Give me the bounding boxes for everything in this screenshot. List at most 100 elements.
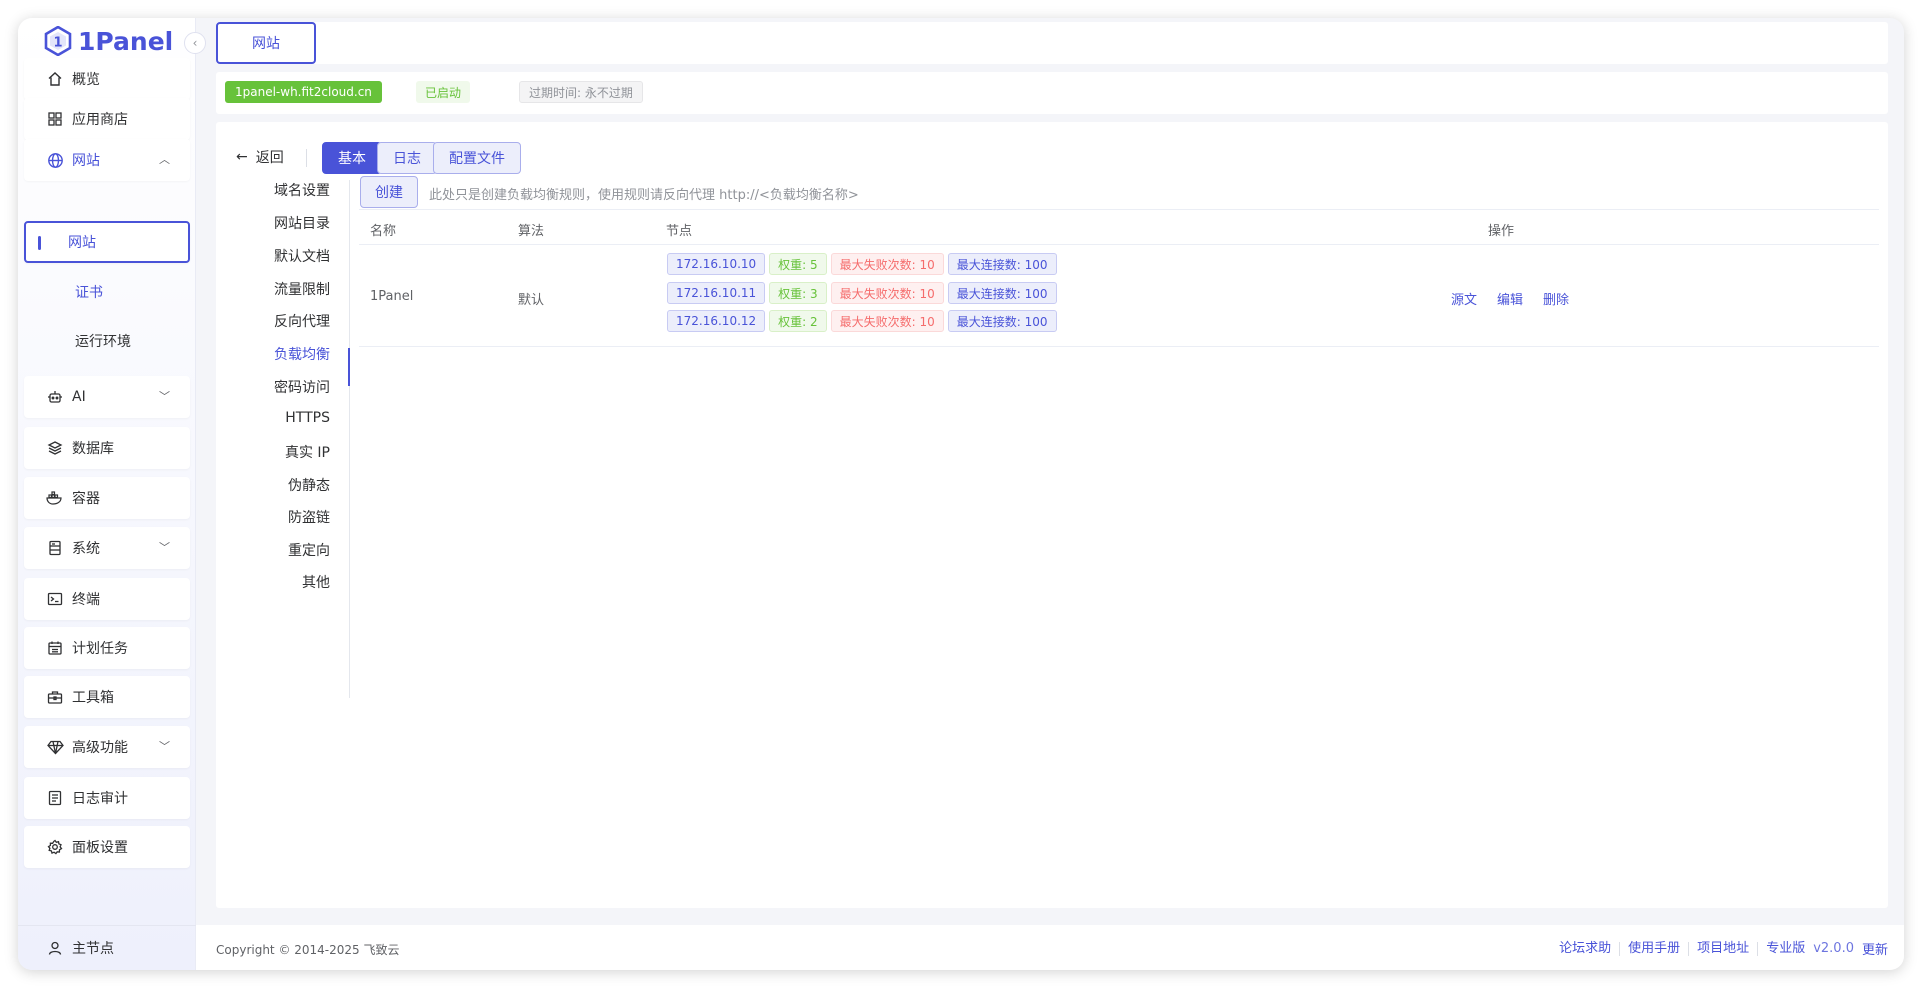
sidebar-item-ai[interactable]: AI ﹀ [24, 376, 190, 418]
col-name: 名称 [370, 224, 397, 239]
brand-name: 1Panel [78, 26, 174, 56]
create-button[interactable]: 创建 [360, 176, 418, 208]
back-label: 返回 [255, 150, 284, 166]
sidebar-item-label: 概览 [72, 72, 100, 88]
chevron-down-icon: ﹀ [159, 541, 170, 554]
nav-reverse-proxy[interactable]: 反向代理 [226, 311, 330, 331]
sidebar-item-terminal[interactable]: 终端 [24, 578, 190, 620]
sidebar-item-runtime[interactable]: 运行环境 [24, 320, 190, 362]
node-entry: 172.16.10.10 权重: 5 最大失败次数: 10 最大连接数: 100 [667, 253, 1057, 275]
sidebar-item-database[interactable]: 数据库 [24, 427, 190, 469]
sidebar-item-website[interactable]: 网站 [24, 221, 190, 263]
chevron-left-icon: ‹ [192, 36, 198, 50]
project-link[interactable]: 项目地址 [1689, 941, 1759, 956]
sidebar-item-overview[interactable]: 概览 [24, 58, 190, 100]
gear-icon [46, 838, 64, 856]
chevron-up-icon: ︿ [159, 153, 170, 166]
globe-icon [46, 151, 64, 169]
nav-password-access[interactable]: 密码访问 [226, 377, 330, 397]
sidebar-item-system[interactable]: 系统 ﹀ [24, 527, 190, 569]
app-window: 1 1Panel ‹ 概览 应用商店 网站 ︿ 网站 证书 运行环境 AI ﹀ … [18, 18, 1904, 970]
main-content: ← 返回 基本 日志 配置文件 域名设置 网站目录 默认文档 流量限制 反向代理… [216, 122, 1888, 908]
node-weight-tag: 权重: 3 [769, 282, 827, 304]
update-link[interactable]: 更新 [1858, 939, 1888, 958]
node-max-fails-tag: 最大失败次数: 10 [830, 282, 944, 304]
sidebar-item-certificate[interactable]: 证书 [24, 271, 190, 313]
sidebar-item-container[interactable]: 容器 [24, 477, 190, 519]
forum-link[interactable]: 论坛求助 [1551, 941, 1621, 956]
node-entry: 172.16.10.12 权重: 2 最大失败次数: 10 最大连接数: 100 [667, 310, 1057, 332]
expire-badge: 过期时间: 永不过期 [519, 81, 643, 103]
server-icon [46, 539, 64, 557]
sidebar-item-label: AI [72, 389, 86, 405]
svg-text:1: 1 [53, 36, 62, 51]
divider [306, 149, 307, 167]
nav-default-doc[interactable]: 默认文档 [226, 246, 330, 266]
1panel-logo-icon: 1 [44, 26, 72, 56]
nav-other[interactable]: 其他 [226, 572, 330, 592]
sidebar-item-cron[interactable]: 计划任务 [24, 627, 190, 669]
footer-links: 论坛求助 使用手册 项目地址 专业版 v2.0.0 更新 [1551, 939, 1888, 958]
node-max-conns-tag: 最大连接数: 100 [947, 253, 1057, 275]
edit-link[interactable]: 编辑 [1497, 289, 1523, 308]
nav-site-directory[interactable]: 网站目录 [226, 213, 330, 233]
node-ip-tag: 172.16.10.11 [667, 282, 766, 304]
node-entry: 172.16.10.11 权重: 3 最大失败次数: 10 最大连接数: 100 [667, 282, 1057, 304]
col-nodes: 节点 [666, 224, 693, 239]
col-algorithm: 算法 [518, 224, 545, 239]
nav-rate-limit[interactable]: 流量限制 [226, 279, 330, 299]
nav-https[interactable]: HTTPS [226, 410, 330, 430]
user-icon [46, 939, 64, 957]
tab-website[interactable]: 网站 [216, 22, 316, 64]
sidebar-item-log-audit[interactable]: 日志审计 [24, 777, 190, 819]
tab-config-file[interactable]: 配置文件 [433, 142, 521, 174]
diamond-icon [46, 738, 64, 756]
nav-redirect[interactable]: 重定向 [226, 540, 330, 560]
sidebar-item-label: 日志审计 [72, 791, 128, 807]
arrow-left-icon: ← [236, 149, 248, 165]
logo[interactable]: 1 1Panel [44, 24, 173, 58]
sidebar-item-label: 网站 [72, 153, 100, 169]
tab-log[interactable]: 日志 [377, 142, 437, 174]
sidebar-item-label: 终端 [72, 592, 100, 608]
sidebar-item-label: 网站 [68, 235, 96, 251]
sidebar-item-appstore[interactable]: 应用商店 [24, 98, 190, 140]
source-link[interactable]: 源文 [1451, 289, 1477, 308]
chevron-down-icon: ﹀ [159, 740, 170, 753]
sidebar-item-settings[interactable]: 面板设置 [24, 826, 190, 868]
version-text: v2.0.0 [1813, 941, 1854, 956]
manual-link[interactable]: 使用手册 [1620, 941, 1690, 956]
nav-active-indicator [348, 348, 350, 386]
node-label: 主节点 [72, 941, 114, 957]
back-button[interactable]: ← 返回 [236, 147, 307, 167]
toolbox-icon [46, 688, 64, 706]
nav-anti-leech[interactable]: 防盗链 [226, 507, 330, 527]
pro-edition-link[interactable]: 专业版 [1758, 941, 1809, 956]
apps-grid-icon [46, 110, 64, 128]
delete-link[interactable]: 删除 [1543, 289, 1569, 308]
node-ip-tag: 172.16.10.12 [667, 310, 766, 332]
nav-real-ip[interactable]: 真实 IP [226, 442, 330, 462]
sidebar-item-website-group[interactable]: 网站 ︿ [24, 139, 190, 181]
sidebar-item-label: 工具箱 [72, 690, 114, 706]
log-icon [46, 789, 64, 807]
nav-domain-settings[interactable]: 域名设置 [226, 180, 330, 200]
node-max-conns-tag: 最大连接数: 100 [947, 310, 1057, 332]
domain-badge: 1panel-wh.fit2cloud.cn [225, 81, 382, 103]
sidebar-item-label: 面板设置 [72, 840, 128, 856]
sidebar-item-label: 运行环境 [75, 334, 131, 350]
collapse-sidebar-button[interactable]: ‹ [184, 32, 206, 54]
tab-basic[interactable]: 基本 [322, 142, 382, 174]
sidebar-item-label: 计划任务 [72, 641, 128, 657]
sidebar-item-advanced[interactable]: 高级功能 ﹀ [24, 726, 190, 768]
sidebar-item-toolbox[interactable]: 工具箱 [24, 676, 190, 718]
table-row: 1Panel 默认 172.16.10.10 权重: 5 最大失败次数: 10 … [359, 245, 1879, 347]
status-badge: 已启动 [416, 81, 471, 103]
node-switcher[interactable]: 主节点 [18, 925, 196, 970]
nav-load-balance[interactable]: 负载均衡 [226, 344, 330, 364]
table-header: 名称 算法 节点 操作 [359, 209, 1879, 245]
page-footer: Copyright © 2014-2025 飞致云 论坛求助 使用手册 项目地址… [196, 925, 1904, 970]
nav-rewrite[interactable]: 伪静态 [226, 475, 330, 495]
col-actions: 操作 [1488, 224, 1515, 239]
chevron-down-icon: ﹀ [159, 390, 170, 403]
